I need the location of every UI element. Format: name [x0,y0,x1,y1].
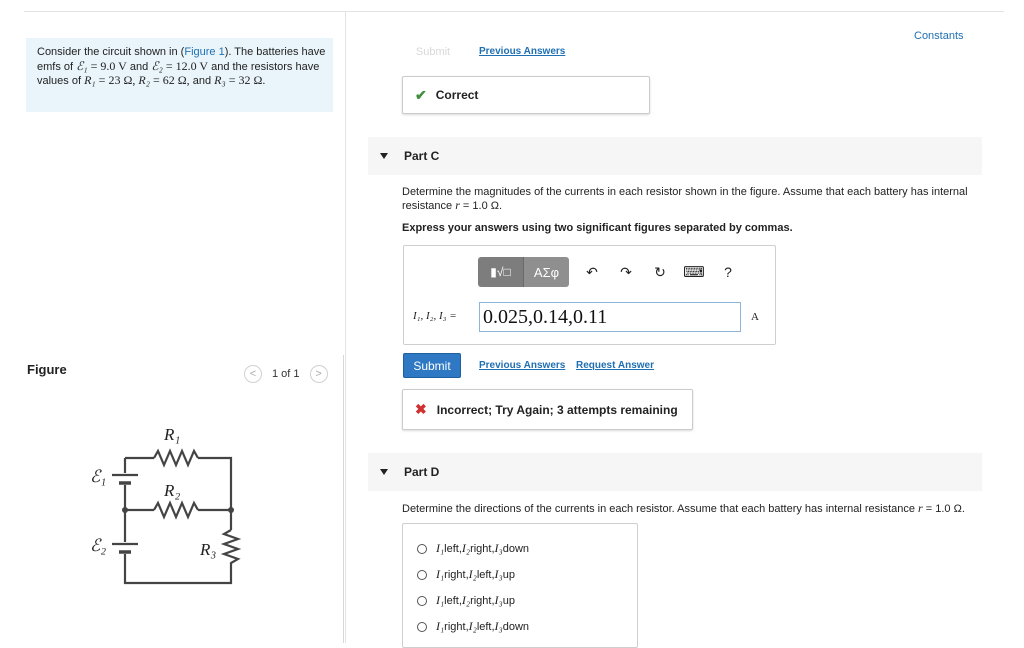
previous-answers-link-b[interactable]: Previous Answers [479,46,565,57]
keyboard-icon[interactable]: ⌨ [677,257,711,287]
constants-link[interactable]: Constants [914,30,964,42]
resistor-r2 [153,500,199,520]
next-figure-button[interactable]: > [309,365,328,383]
math-toolbar: ▮√□ ΑΣφ ↶ ↷ ↻ ⌨ ? [478,257,745,287]
emf2-symbol: ℰ₂ [151,58,163,73]
submit-button-disabled[interactable]: Submit [403,43,463,61]
pager-text: 1 of 1 [272,368,300,380]
submit-button[interactable]: Submit [403,353,461,378]
check-icon: ✔ [415,86,427,103]
prev-figure-button[interactable]: < [244,365,262,383]
option-4[interactable]: I₁ right, I₂ left, I₃ down [417,619,529,634]
figure-link[interactable]: Figure 1 [184,46,224,58]
label-r2: R₂ [163,481,180,500]
problem-statement: Consider the circuit shown in (Figure 1)… [37,46,326,87]
symbols-button[interactable]: ΑΣφ [523,257,569,287]
reset-icon[interactable]: ↻ [643,257,677,287]
feedback-text: Correct [435,88,479,102]
part-d-header[interactable]: Part D [368,453,982,491]
options-box: I₁ left, I₂ right, I₃ down I₁ right, I₂ … [402,523,638,648]
correct-feedback: ✔ Correct [402,76,650,114]
resistor-r3 [220,529,242,572]
x-icon: ✖ [415,401,427,417]
top-divider [24,11,1004,12]
part-c-instruction: Express your answers using two significa… [402,222,793,234]
battery-e1 [112,473,138,485]
part-c-question: Determine the magnitudes of the currents… [402,186,968,212]
radio-button[interactable] [417,595,427,606]
option-1[interactable]: I₁ left, I₂ right, I₃ down [417,541,529,556]
battery-e2 [112,542,138,554]
resistor-r1 [153,448,199,468]
column-divider [345,12,346,643]
answer-unit: A [751,311,759,323]
part-c-header[interactable]: Part C [368,137,982,175]
option-2[interactable]: I₁ right, I₂ left, I₃ up [417,567,515,582]
figure-pager: < 1 of 1 > [244,364,328,384]
label-r1: R₁ [163,425,180,444]
radio-button[interactable] [417,621,427,632]
request-answer-link[interactable]: Request Answer [576,360,654,371]
radio-button[interactable] [417,569,427,580]
part-d-title: Part D [404,465,440,479]
collapse-triangle-icon [380,153,388,159]
feedback-text: Incorrect; Try Again; 3 attempts remaini… [436,402,678,417]
circuit-diagram: R₁ R₂ R₃ ℰ₁ ℰ₂ [90,425,242,585]
previous-answers-link[interactable]: Previous Answers [479,360,565,371]
incorrect-feedback: ✖ Incorrect; Try Again; 3 attempts remai… [402,389,693,430]
answer-label: I₁, I₂, I₃ = [413,310,457,322]
undo-icon[interactable]: ↶ [575,257,609,287]
help-button[interactable]: ? [711,257,745,287]
figure-heading: Figure [27,362,67,377]
collapse-triangle-icon [380,469,388,475]
templates-button[interactable]: ▮√□ [478,257,523,287]
part-d-question: Determine the directions of the currents… [402,501,965,516]
label-r3: R₃ [199,540,216,559]
answer-input[interactable]: 0.025,0.14,0.11 [479,302,741,332]
option-3[interactable]: I₁ left, I₂ right, I₃ up [417,593,515,608]
figure-divider [343,355,344,643]
label-e1: ℰ₁ [90,467,106,486]
radio-button[interactable] [417,543,427,554]
emf1-symbol: ℰ₁ [76,58,88,73]
redo-icon[interactable]: ↷ [609,257,643,287]
part-c-title: Part C [404,149,440,163]
label-e2: ℰ₂ [90,536,106,555]
